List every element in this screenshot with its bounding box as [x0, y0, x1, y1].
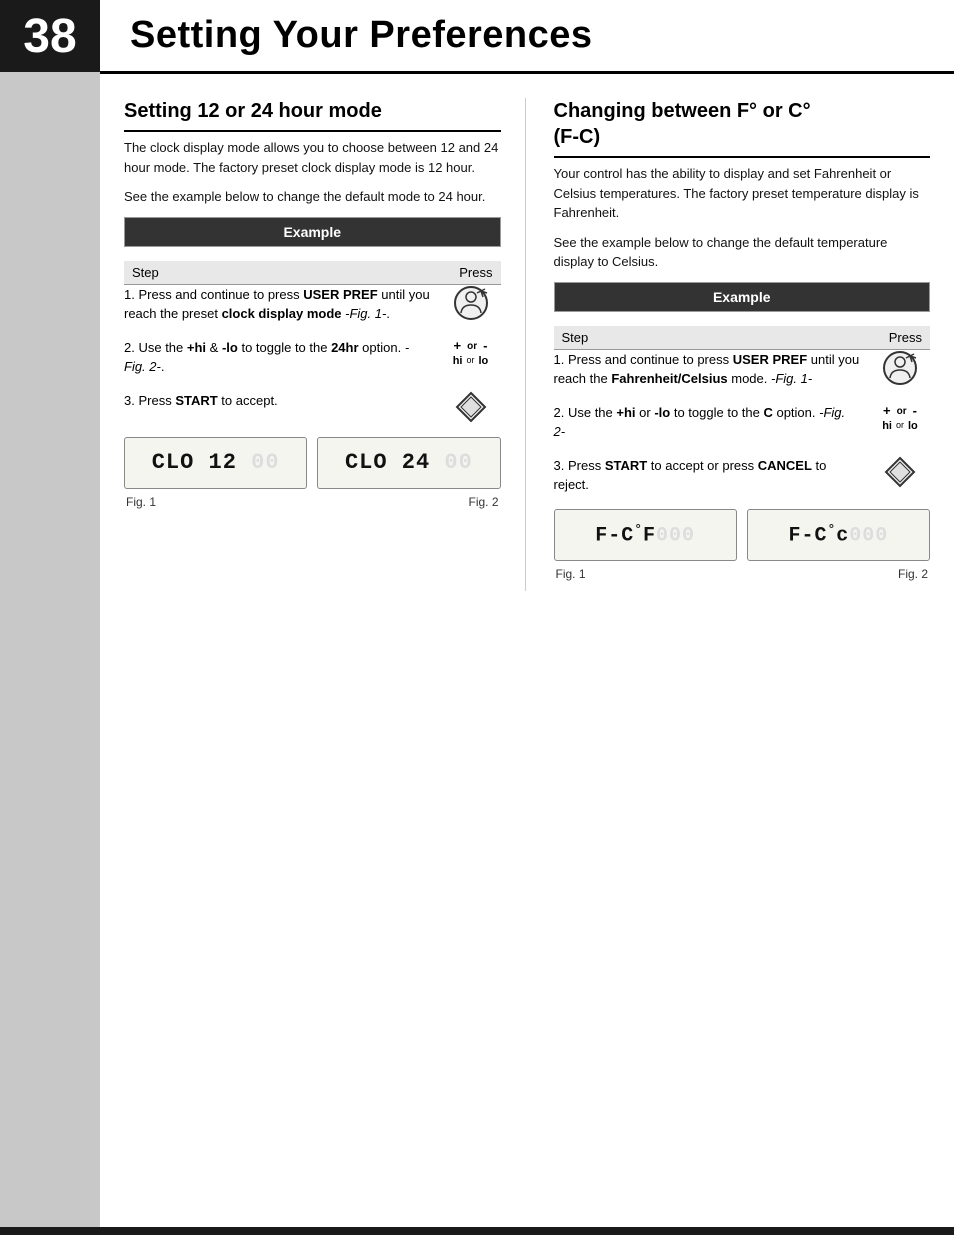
- right-step-2-press: + or - hi or lo: [870, 403, 930, 434]
- left-col-headers: Step Press: [124, 261, 501, 285]
- right-step-3-num: 3.: [554, 458, 568, 473]
- right-step-2: 2. Use the +hi or -lo to toggle to the C…: [554, 403, 931, 442]
- left-example-header: Example: [125, 217, 501, 246]
- right-fig-labels: Fig. 1 Fig. 2: [554, 567, 931, 581]
- left-step-1-press: [441, 285, 501, 321]
- start-icon-right: [884, 456, 916, 488]
- bottom-bar: [0, 1227, 954, 1235]
- right-example-header: Example: [554, 282, 930, 311]
- hi-lo-button-left: + or - hi or lo: [453, 338, 489, 369]
- right-col-headers: Step Press: [554, 326, 931, 350]
- right-fig2-label: Fig. 2: [898, 567, 928, 581]
- left-fig2-label: Fig. 2: [468, 495, 498, 509]
- right-fig1-label: Fig. 1: [556, 567, 586, 581]
- left-step-2-press: + or - hi or lo: [441, 338, 501, 369]
- right-col-step: Step: [562, 330, 589, 345]
- right-step-3-text: 3. Press START to accept or press CANCEL…: [554, 456, 871, 495]
- right-step-1: 1. Press and continue to press USER PREF…: [554, 350, 931, 389]
- columns: Setting 12 or 24 hour mode The clock dis…: [100, 74, 954, 615]
- left-fig-labels: Fig. 1 Fig. 2: [124, 495, 501, 509]
- left-col-press: Press: [459, 265, 492, 280]
- right-example-table: Example: [554, 282, 931, 312]
- hi-lo-button-right: + or - hi or lo: [882, 403, 918, 434]
- right-step-3-press: [870, 456, 930, 488]
- hi-lo-labels-right: hi or lo: [882, 419, 918, 433]
- left-example-table: Example: [124, 217, 501, 247]
- left-section-heading: Setting 12 or 24 hour mode: [124, 98, 501, 132]
- right-step-1-num: 1.: [554, 352, 568, 367]
- right-column: Changing between F° or C° (F-C) Your con…: [550, 98, 931, 591]
- plus-minus-right: + or -: [882, 403, 918, 420]
- right-step-1-press: [870, 350, 930, 386]
- right-heading-line2: (F-C): [554, 126, 601, 148]
- page-number: 38: [23, 9, 76, 64]
- userpref-icon-right-1: [882, 350, 918, 386]
- right-step-3: 3. Press START to accept or press CANCEL…: [554, 456, 931, 495]
- right-fig1-display: F-C°F000: [554, 509, 737, 561]
- main-content: Setting Your Preferences Setting 12 or 2…: [100, 0, 954, 1235]
- page-title: Setting Your Preferences: [130, 14, 593, 57]
- sidebar: [0, 0, 100, 1235]
- userpref-icon-left-1: [453, 285, 489, 321]
- left-step-2: 2. Use the +hi & -lo to toggle to the 24…: [124, 338, 501, 377]
- left-fig1-display: CLO 12 00: [124, 437, 307, 489]
- right-col-press: Press: [889, 330, 922, 345]
- right-step-2-num: 2.: [554, 405, 568, 420]
- left-para2: See the example below to change the defa…: [124, 187, 501, 207]
- left-step-1-text: 1. Press and continue to press USER PREF…: [124, 285, 441, 324]
- left-step-2-num: 2.: [124, 340, 138, 355]
- left-step-3: 3. Press START to accept.: [124, 391, 501, 423]
- left-fig2-display: CLO 24 00: [317, 437, 500, 489]
- left-step-1-num: 1.: [124, 287, 138, 302]
- right-figures-row: F-C°F000 F-C°c000: [554, 509, 931, 561]
- plus-minus-left: + or -: [453, 338, 489, 355]
- left-step-3-press: [441, 391, 501, 423]
- left-step-3-num: 3.: [124, 393, 138, 408]
- left-col-step: Step: [132, 265, 159, 280]
- right-fig2-display: F-C°c000: [747, 509, 930, 561]
- right-step-1-text: 1. Press and continue to press USER PREF…: [554, 350, 871, 389]
- right-section-heading: Changing between F° or C° (F-C): [554, 98, 931, 158]
- title-bar: Setting Your Preferences: [100, 0, 954, 74]
- left-step-1: 1. Press and continue to press USER PREF…: [124, 285, 501, 324]
- left-para1: The clock display mode allows you to cho…: [124, 138, 501, 177]
- left-step-3-text: 3. Press START to accept.: [124, 391, 441, 411]
- left-figures-row: CLO 12 00 CLO 24 00: [124, 437, 501, 489]
- right-heading-line1: Changing between F° or C°: [554, 100, 811, 122]
- start-icon-left: [455, 391, 487, 423]
- right-para1: Your control has the ability to display …: [554, 164, 931, 223]
- hi-lo-labels-left: hi or lo: [453, 354, 489, 368]
- right-para2: See the example below to change the defa…: [554, 233, 931, 272]
- right-step-2-text: 2. Use the +hi or -lo to toggle to the C…: [554, 403, 871, 442]
- left-fig1-label: Fig. 1: [126, 495, 156, 509]
- left-column: Setting 12 or 24 hour mode The clock dis…: [124, 98, 526, 591]
- left-step-2-text: 2. Use the +hi & -lo to toggle to the 24…: [124, 338, 441, 377]
- page-number-box: 38: [0, 0, 100, 72]
